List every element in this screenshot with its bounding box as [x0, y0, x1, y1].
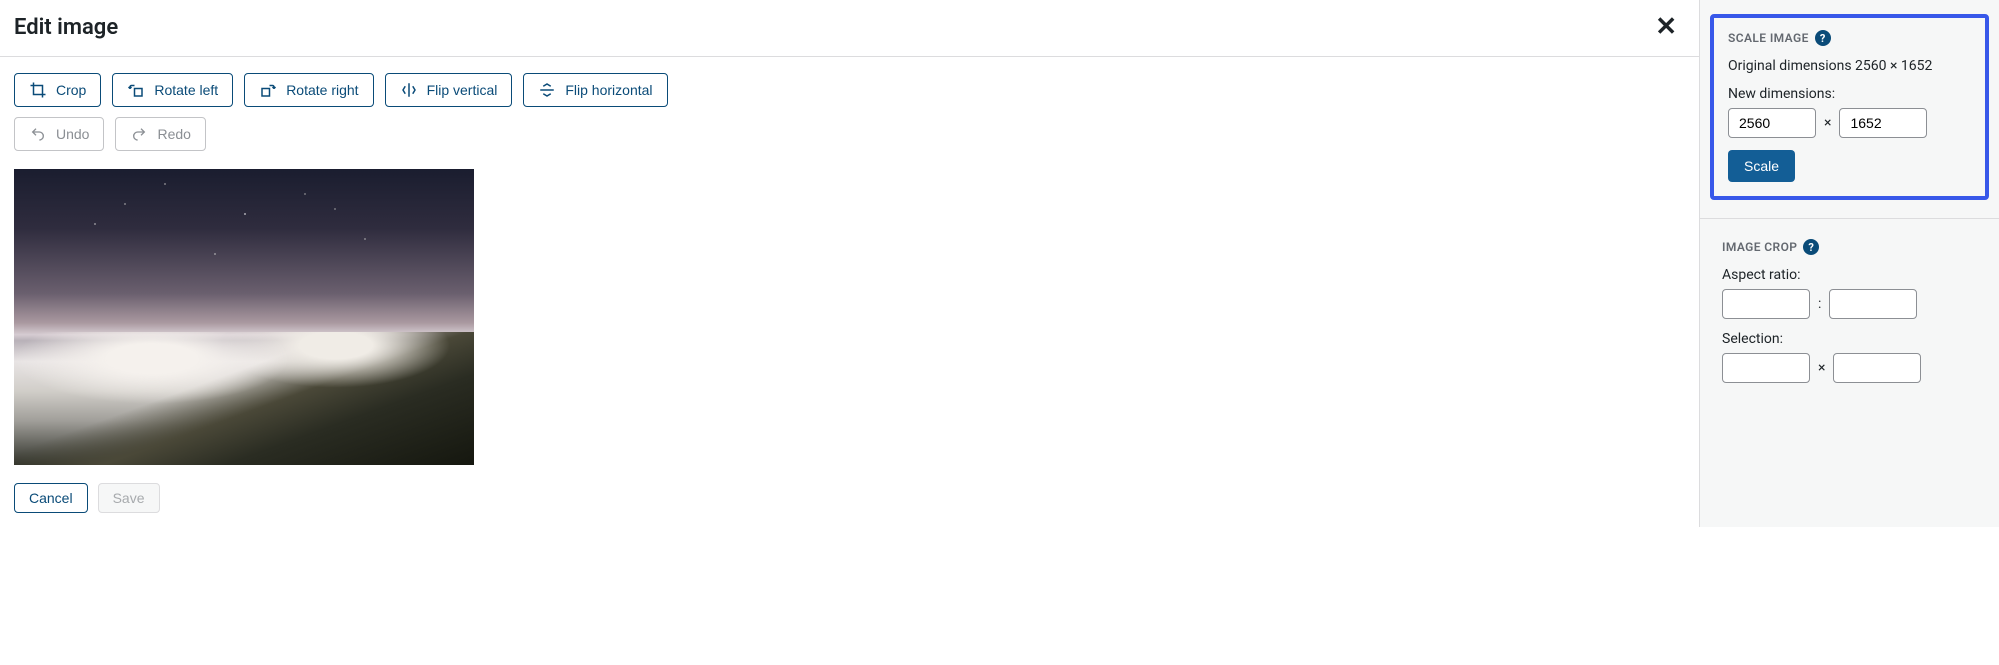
undo-button[interactable]: Undo	[14, 117, 104, 151]
scale-width-input[interactable]	[1728, 108, 1816, 138]
rotate-right-button[interactable]: Rotate right	[244, 73, 373, 107]
undo-icon	[29, 125, 47, 143]
scale-section-title: SCALE IMAGE	[1728, 31, 1809, 45]
selection-height-input[interactable]	[1833, 353, 1921, 383]
selection-separator: ×	[1818, 360, 1825, 376]
scale-image-section: SCALE IMAGE ? Original dimensions 2560 ×…	[1710, 14, 1989, 200]
page-title: Edit image	[14, 15, 118, 40]
flip-horizontal-button[interactable]: Flip horizontal	[523, 73, 667, 107]
aspect-width-input[interactable]	[1722, 289, 1810, 319]
help-icon[interactable]: ?	[1803, 239, 1819, 255]
image-preview[interactable]	[14, 169, 474, 465]
rotate-left-button[interactable]: Rotate left	[112, 73, 233, 107]
rotate-left-label: Rotate left	[154, 82, 218, 98]
undo-label: Undo	[56, 126, 89, 142]
original-dimensions: Original dimensions 2560 × 1652	[1728, 58, 1971, 74]
flip-horizontal-label: Flip horizontal	[565, 82, 652, 98]
cancel-button[interactable]: Cancel	[14, 483, 88, 513]
redo-label: Redo	[157, 126, 190, 142]
aspect-height-input[interactable]	[1829, 289, 1917, 319]
flip-horizontal-icon	[538, 81, 556, 99]
image-crop-section: IMAGE CROP ? Aspect ratio: : Selection: …	[1700, 218, 1999, 409]
crop-section-title: IMAGE CROP	[1722, 240, 1797, 254]
crop-button[interactable]: Crop	[14, 73, 101, 107]
scale-button[interactable]: Scale	[1728, 150, 1795, 182]
new-dimensions-label: New dimensions:	[1728, 86, 1971, 102]
redo-icon	[130, 125, 148, 143]
rotate-right-icon	[259, 81, 277, 99]
selection-width-input[interactable]	[1722, 353, 1810, 383]
scale-height-input[interactable]	[1839, 108, 1927, 138]
crop-label: Crop	[56, 82, 86, 98]
help-icon[interactable]: ?	[1815, 30, 1831, 46]
aspect-ratio-label: Aspect ratio:	[1722, 267, 1977, 283]
dimension-separator: ×	[1824, 115, 1831, 131]
flip-vertical-button[interactable]: Flip vertical	[385, 73, 513, 107]
rotate-right-label: Rotate right	[286, 82, 358, 98]
flip-vertical-icon	[400, 81, 418, 99]
aspect-ratio-separator: :	[1818, 296, 1821, 312]
save-button: Save	[98, 483, 160, 513]
selection-label: Selection:	[1722, 331, 1977, 347]
close-icon[interactable]: ✕	[1647, 12, 1685, 42]
redo-button[interactable]: Redo	[115, 117, 205, 151]
flip-vertical-label: Flip vertical	[427, 82, 498, 98]
rotate-left-icon	[127, 81, 145, 99]
crop-icon	[29, 81, 47, 99]
